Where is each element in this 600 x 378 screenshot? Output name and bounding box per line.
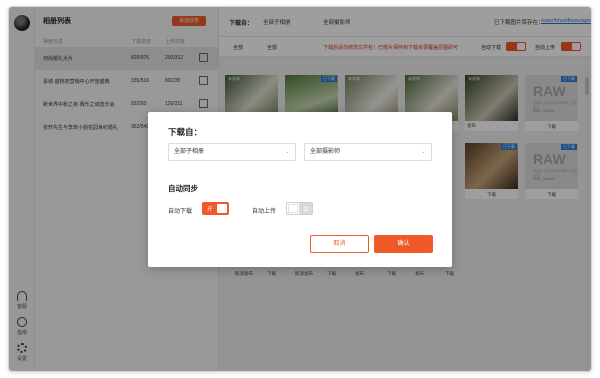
download-settings-dialog: 下载自： 全部子相册 ⌄ 全部摄影师 ⌄ 自动同步 自动下载 开 自动上传 关 … [148,112,452,267]
auto-download-label: 自动下载 [168,209,193,215]
toggle-state: 开 [207,207,213,213]
toggle-state: 关 [303,207,309,213]
auto-download-toggle[interactable]: 开 [202,202,229,215]
album-select-value: 全部子相册 [174,149,205,155]
confirm-button[interactable]: 确认 [374,235,433,253]
dialog-title: 下载自： [168,127,203,137]
chevron-down-icon: ⌄ [420,149,426,155]
photographer-select-value: 全部摄影师 [310,149,341,155]
auto-upload-toggle[interactable]: 关 [286,202,313,215]
sync-section-title: 自动同步 [168,184,198,193]
album-select[interactable]: 全部子相册 ⌄ [168,143,296,161]
cancel-button[interactable]: 取消 [310,235,369,253]
photographer-select[interactable]: 全部摄影师 ⌄ [304,143,432,161]
chevron-down-icon: ⌄ [284,149,290,155]
auto-upload-label: 自动上传 [252,209,277,215]
toggle-knob [288,204,298,213]
toggle-knob [217,204,227,213]
